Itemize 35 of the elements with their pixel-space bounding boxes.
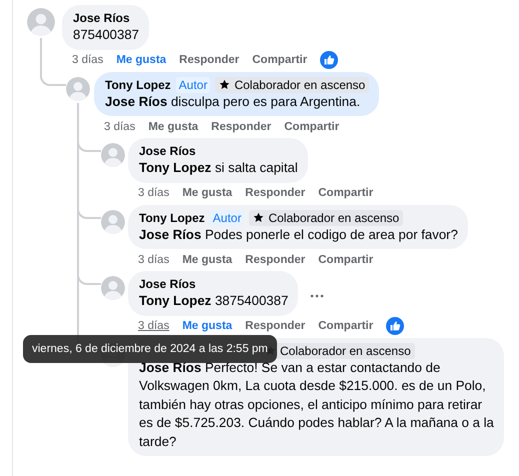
reply-button[interactable]: Responder bbox=[245, 320, 306, 332]
author-name[interactable]: Jose Ríos bbox=[73, 10, 130, 26]
reply-button[interactable]: Responder bbox=[245, 187, 306, 199]
author-tag: Autor bbox=[176, 76, 210, 92]
share-button[interactable]: Compartir bbox=[318, 187, 374, 199]
author-name[interactable]: Jose Ríos bbox=[139, 276, 196, 292]
date-tooltip: viernes, 6 de diciembre de 2024 a las 2:55 pm bbox=[23, 334, 277, 362]
like-button[interactable]: Me gusta bbox=[148, 120, 198, 132]
reply-button[interactable]: Responder bbox=[245, 254, 306, 266]
contributor-badge: Colaborador en ascenso bbox=[249, 210, 404, 226]
share-button[interactable]: Compartir bbox=[318, 320, 374, 332]
like-button[interactable]: Me gusta bbox=[182, 320, 232, 332]
timestamp-link[interactable]: 3 días bbox=[138, 254, 170, 266]
comment-text: Tony Lopez 3875400387 bbox=[139, 292, 288, 310]
like-button[interactable]: Me gusta bbox=[116, 54, 166, 66]
reply-button[interactable]: Responder bbox=[179, 54, 240, 66]
author-name[interactable]: Tony Lopez bbox=[105, 76, 171, 92]
share-button[interactable]: Compartir bbox=[318, 254, 374, 266]
contributor-badge: Colaborador en ascenso bbox=[215, 76, 370, 92]
author-name[interactable]: Jose Ríos bbox=[139, 143, 196, 159]
comment-text: Jose Ríos Podes ponerle el codigo de area por favor? bbox=[139, 226, 458, 244]
timestamp-link[interactable]: 3 días bbox=[138, 320, 170, 332]
comment-text: 875400387 bbox=[73, 26, 140, 44]
like-button[interactable]: Me gusta bbox=[182, 187, 232, 199]
share-button[interactable]: Compartir bbox=[284, 120, 340, 132]
like-button[interactable]: Me gusta bbox=[182, 254, 232, 266]
comment-text: Tony Lopez si salta capital bbox=[139, 159, 298, 177]
reply-button[interactable]: Responder bbox=[211, 120, 272, 132]
share-button[interactable]: Compartir bbox=[252, 54, 308, 66]
comment-text: Jose Ríos disculpa pero es para Argentina. bbox=[105, 92, 362, 111]
author-tag: Autor bbox=[210, 210, 244, 226]
timestamp-link[interactable]: 3 días bbox=[104, 120, 136, 132]
timestamp-link[interactable]: 3 días bbox=[138, 187, 170, 199]
author-name[interactable]: Tony Lopez bbox=[139, 210, 205, 226]
timestamp-link[interactable]: 3 días bbox=[72, 54, 104, 66]
